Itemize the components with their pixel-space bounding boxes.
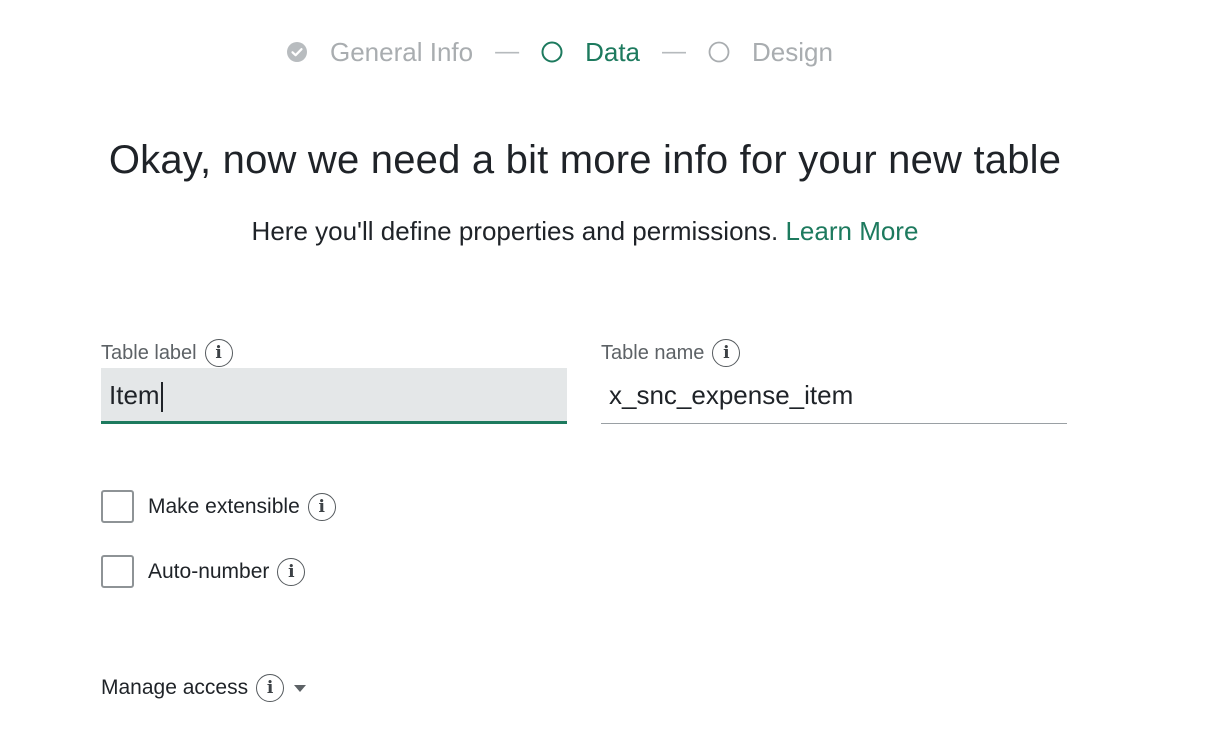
- circle-outline-icon: [541, 41, 563, 63]
- table-name-input[interactable]: x_snc_expense_item: [601, 368, 1067, 424]
- step-design[interactable]: Design: [708, 37, 833, 68]
- learn-more-link[interactable]: Learn More: [785, 216, 918, 246]
- make-extensible-row: Make extensible i: [101, 490, 336, 523]
- auto-number-row: Auto-number i: [101, 555, 306, 588]
- info-icon[interactable]: i: [307, 492, 336, 521]
- table-label-value: Item: [109, 380, 160, 410]
- chevron-down-icon: [294, 684, 307, 692]
- info-icon[interactable]: i: [277, 557, 306, 586]
- auto-number-checkbox[interactable]: [101, 555, 134, 588]
- page-subtitle: Here you'll define properties and permis…: [0, 216, 1170, 247]
- page-title: Okay, now we need a bit more info for yo…: [108, 138, 1062, 182]
- step-data[interactable]: Data: [541, 37, 640, 68]
- step-separator: —: [495, 38, 520, 65]
- make-extensible-checkbox[interactable]: [101, 490, 134, 523]
- step-general-info[interactable]: General Info: [286, 37, 473, 68]
- info-icon[interactable]: i: [712, 339, 741, 367]
- check-circle-icon: [287, 42, 307, 62]
- info-icon[interactable]: i: [204, 339, 233, 367]
- table-label-label: Table label: [101, 341, 197, 364]
- table-label-input[interactable]: Item: [101, 368, 567, 424]
- manage-access-label: Manage access: [101, 676, 249, 699]
- table-name-field-header: Table name i: [601, 338, 741, 368]
- auto-number-label: Auto-number: [148, 559, 270, 583]
- text-cursor: [160, 382, 163, 413]
- step-label-data: Data: [585, 36, 641, 67]
- step-label-design: Design: [752, 36, 833, 67]
- step-label-general-info: General Info: [330, 36, 474, 67]
- step-separator: —: [662, 38, 687, 65]
- subtitle-text: Here you'll define properties and permis…: [251, 216, 779, 246]
- wizard-stepper: General Info — Data — Design: [286, 34, 833, 70]
- table-name-label: Table name: [601, 341, 705, 364]
- make-extensible-label: Make extensible: [148, 494, 300, 518]
- manage-access-toggle[interactable]: Manage access i: [101, 674, 307, 702]
- table-label-field-header: Table label i: [101, 338, 233, 368]
- table-name-value: x_snc_expense_item: [609, 380, 854, 410]
- create-table-wizard: General Info — Data — Design Okay, now w…: [0, 0, 1211, 755]
- info-icon[interactable]: i: [256, 674, 285, 702]
- circle-outline-icon: [708, 41, 730, 63]
